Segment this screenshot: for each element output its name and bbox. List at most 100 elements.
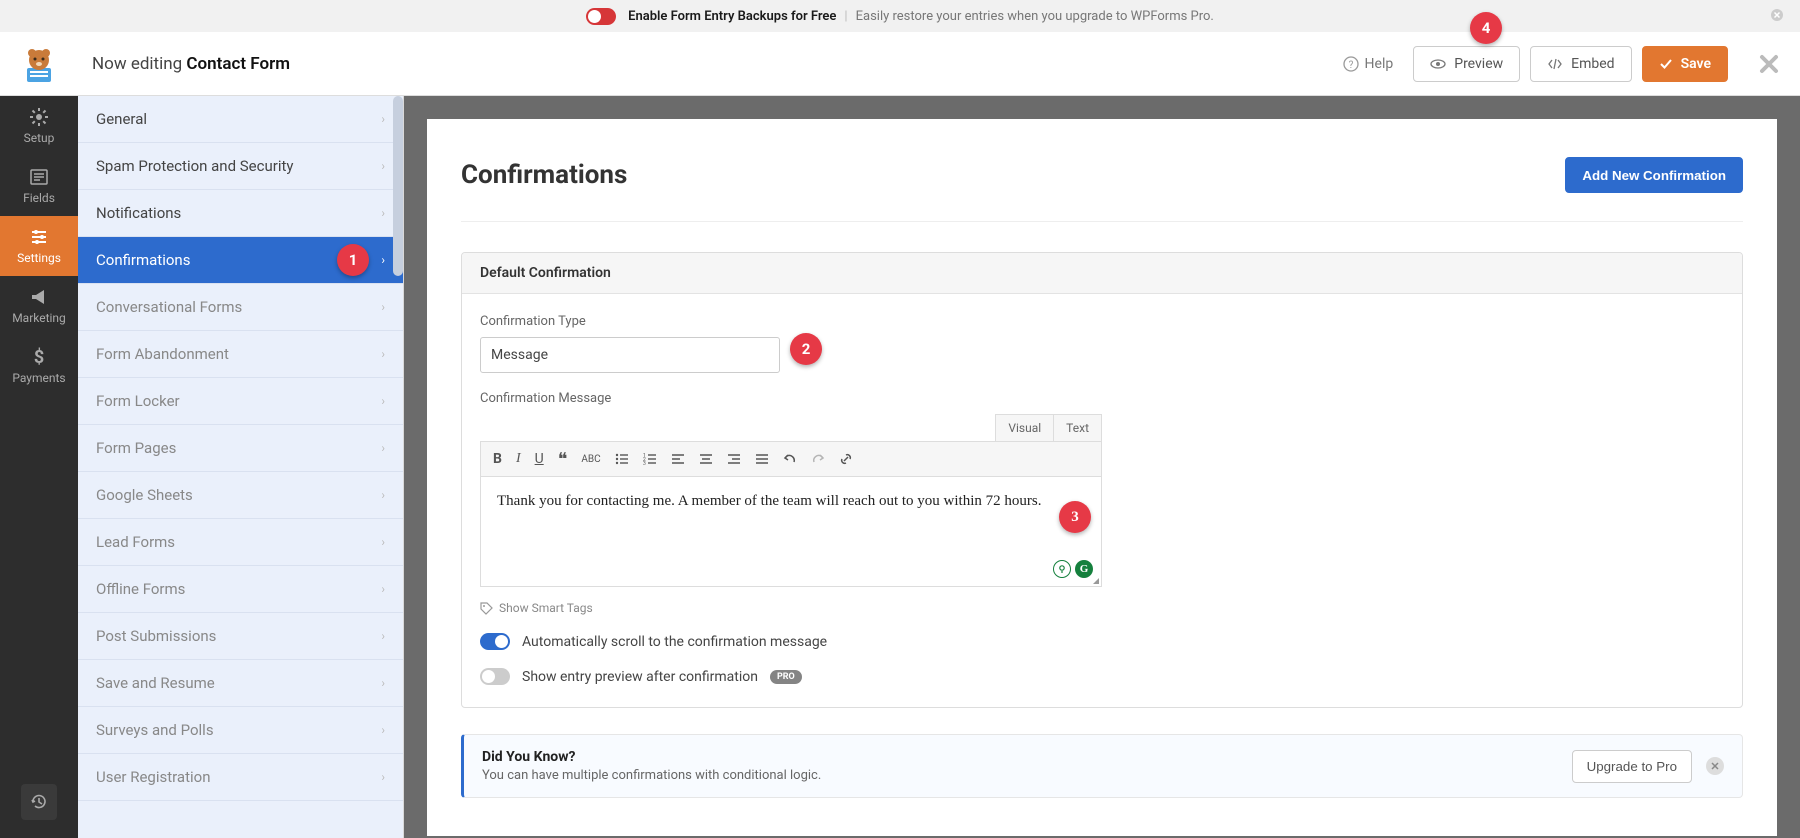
subnav-item-label: Confirmations bbox=[96, 251, 190, 269]
dollar-icon: $ bbox=[29, 347, 49, 367]
subnav-item-label: Notifications bbox=[96, 204, 181, 222]
align-center-icon[interactable] bbox=[699, 452, 713, 466]
subnav-item-label: General bbox=[96, 110, 147, 128]
confirmation-type-select[interactable]: Message bbox=[480, 337, 780, 373]
subnav-item-form-locker[interactable]: Form Locker› bbox=[78, 378, 403, 425]
nav-fields[interactable]: Fields bbox=[0, 156, 78, 216]
chevron-right-icon: › bbox=[381, 159, 385, 173]
card-title[interactable]: Default Confirmation bbox=[462, 253, 1742, 294]
bullet-list-icon[interactable] bbox=[615, 452, 629, 466]
entry-preview-toggle[interactable] bbox=[480, 668, 510, 685]
svg-text:?: ? bbox=[1348, 60, 1353, 71]
chevron-right-icon: › bbox=[381, 441, 385, 455]
tag-icon bbox=[480, 602, 493, 615]
subnav-item-surveys-and-polls[interactable]: Surveys and Polls› bbox=[78, 707, 403, 754]
chevron-right-icon: › bbox=[381, 488, 385, 502]
subnav-item-google-sheets[interactable]: Google Sheets › bbox=[78, 472, 403, 519]
entry-preview-label: Show entry preview after confirmation bbox=[522, 669, 758, 685]
confirmation-card: Default Confirmation Confirmation Type M… bbox=[461, 252, 1743, 708]
chevron-right-icon: › bbox=[381, 535, 385, 549]
check-icon bbox=[1659, 57, 1673, 71]
auto-scroll-label: Automatically scroll to the confirmation… bbox=[522, 634, 827, 650]
resize-handle-icon[interactable] bbox=[1093, 578, 1099, 584]
chevron-right-icon: › bbox=[381, 253, 385, 267]
banner-dismiss-icon[interactable] bbox=[1770, 8, 1784, 22]
subnav-item-post-submissions[interactable]: Post Submissions› bbox=[78, 613, 403, 660]
grammarly-icon[interactable]: G bbox=[1075, 560, 1093, 578]
help-icon: ? bbox=[1343, 56, 1359, 72]
subnav-item-save-and-resume[interactable]: Save and Resume› bbox=[78, 660, 403, 707]
bold-icon[interactable]: B bbox=[493, 451, 502, 467]
subnav-item-form-pages[interactable]: Form Pages› bbox=[78, 425, 403, 472]
align-right-icon[interactable] bbox=[727, 452, 741, 466]
embed-button[interactable]: Embed bbox=[1530, 46, 1631, 82]
quote-icon[interactable]: ❝ bbox=[558, 449, 568, 470]
subnav-item-user-registration[interactable]: User Registration› bbox=[78, 754, 403, 801]
scrollbar-thumb[interactable] bbox=[393, 96, 403, 276]
align-left-icon[interactable] bbox=[671, 452, 685, 466]
code-icon bbox=[1547, 56, 1563, 72]
subnav-item-label: Offline Forms bbox=[96, 580, 185, 598]
header-actions: ? Help Preview Embed Save bbox=[1333, 46, 1780, 82]
chevron-right-icon: › bbox=[381, 112, 385, 126]
smart-tags-link[interactable]: Show Smart Tags bbox=[499, 601, 593, 615]
banner-toggle[interactable] bbox=[586, 8, 616, 25]
italic-icon[interactable]: I bbox=[516, 451, 521, 467]
align-justify-icon[interactable] bbox=[755, 452, 769, 466]
chevron-right-icon: › bbox=[381, 347, 385, 361]
dyk-title: Did You Know? bbox=[482, 749, 821, 765]
grammarly-bulb-icon[interactable] bbox=[1053, 560, 1071, 578]
subnav-item-label: Spam Protection and Security bbox=[96, 157, 293, 175]
close-builder-icon[interactable] bbox=[1758, 53, 1780, 75]
did-you-know-banner: Did You Know? You can have multiple conf… bbox=[461, 734, 1743, 798]
nav-settings[interactable]: Settings bbox=[0, 216, 78, 276]
chevron-right-icon: › bbox=[381, 394, 385, 408]
add-confirmation-button[interactable]: Add New Confirmation bbox=[1565, 157, 1743, 193]
underline-icon[interactable]: U bbox=[535, 451, 544, 467]
editor-tab-text[interactable]: Text bbox=[1054, 414, 1102, 441]
history-button[interactable] bbox=[21, 784, 57, 820]
logo bbox=[0, 42, 78, 86]
subnav-item-confirmations[interactable]: Confirmations›1 bbox=[78, 237, 403, 284]
confirmations-panel: Confirmations Add New Confirmation Defau… bbox=[427, 119, 1777, 836]
subnav-item-form-abandonment[interactable]: Form Abandonment› bbox=[78, 331, 403, 378]
confirmation-type-label: Confirmation Type bbox=[480, 314, 1724, 329]
nav-marketing[interactable]: Marketing bbox=[0, 276, 78, 336]
subnav-item-offline-forms[interactable]: Offline Forms› bbox=[78, 566, 403, 613]
undo-icon[interactable] bbox=[783, 452, 797, 466]
help-link[interactable]: ? Help bbox=[1333, 56, 1404, 72]
subnav-item-general[interactable]: General › bbox=[78, 96, 403, 143]
subnav-item-label: Google Sheets bbox=[96, 486, 193, 504]
strikethrough-icon[interactable]: ABC bbox=[581, 454, 600, 465]
chevron-right-icon: › bbox=[381, 300, 385, 314]
nav-payments[interactable]: $ Payments bbox=[0, 336, 78, 396]
svg-text:$: $ bbox=[34, 347, 44, 367]
redo-icon[interactable] bbox=[811, 452, 825, 466]
preview-button[interactable]: Preview bbox=[1413, 46, 1520, 82]
subnav-item-conversational-forms[interactable]: Conversational Forms› bbox=[78, 284, 403, 331]
editor-toolbar: B I U ❝ ABC 123 bbox=[480, 441, 1102, 477]
banner-desc: Easily restore your entries when you upg… bbox=[856, 9, 1214, 24]
subnav-item-lead-forms[interactable]: Lead Forms› bbox=[78, 519, 403, 566]
confirmation-message-editor[interactable]: Thank you for contacting me. A member of… bbox=[480, 477, 1102, 587]
page-title: Confirmations bbox=[461, 160, 627, 190]
auto-scroll-toggle[interactable] bbox=[480, 633, 510, 650]
nav-setup[interactable]: Setup bbox=[0, 96, 78, 156]
megaphone-icon bbox=[29, 287, 49, 307]
link-icon[interactable] bbox=[839, 452, 853, 466]
dyk-dismiss-icon[interactable] bbox=[1706, 757, 1724, 775]
numbered-list-icon[interactable]: 123 bbox=[643, 452, 657, 466]
subnav-item-notifications[interactable]: Notifications› bbox=[78, 190, 403, 237]
settings-subnav: General › Spam Protection and Security › Not… bbox=[78, 96, 404, 838]
save-button[interactable]: Save bbox=[1642, 46, 1728, 82]
callout-2: 2 bbox=[790, 333, 822, 365]
builder-canvas: Confirmations Add New Confirmation Defau… bbox=[404, 96, 1800, 838]
chevron-right-icon: › bbox=[381, 770, 385, 784]
upgrade-to-pro-button[interactable]: Upgrade to Pro bbox=[1572, 750, 1692, 783]
chevron-right-icon: › bbox=[381, 676, 385, 690]
form-name: Contact Form bbox=[186, 54, 290, 74]
pro-badge: PRO bbox=[770, 670, 802, 684]
editor-tab-visual[interactable]: Visual bbox=[995, 414, 1054, 441]
editing-label: Now editing Contact Form bbox=[92, 54, 290, 74]
subnav-item-spam-protection-and-security[interactable]: Spam Protection and Security › bbox=[78, 143, 403, 190]
